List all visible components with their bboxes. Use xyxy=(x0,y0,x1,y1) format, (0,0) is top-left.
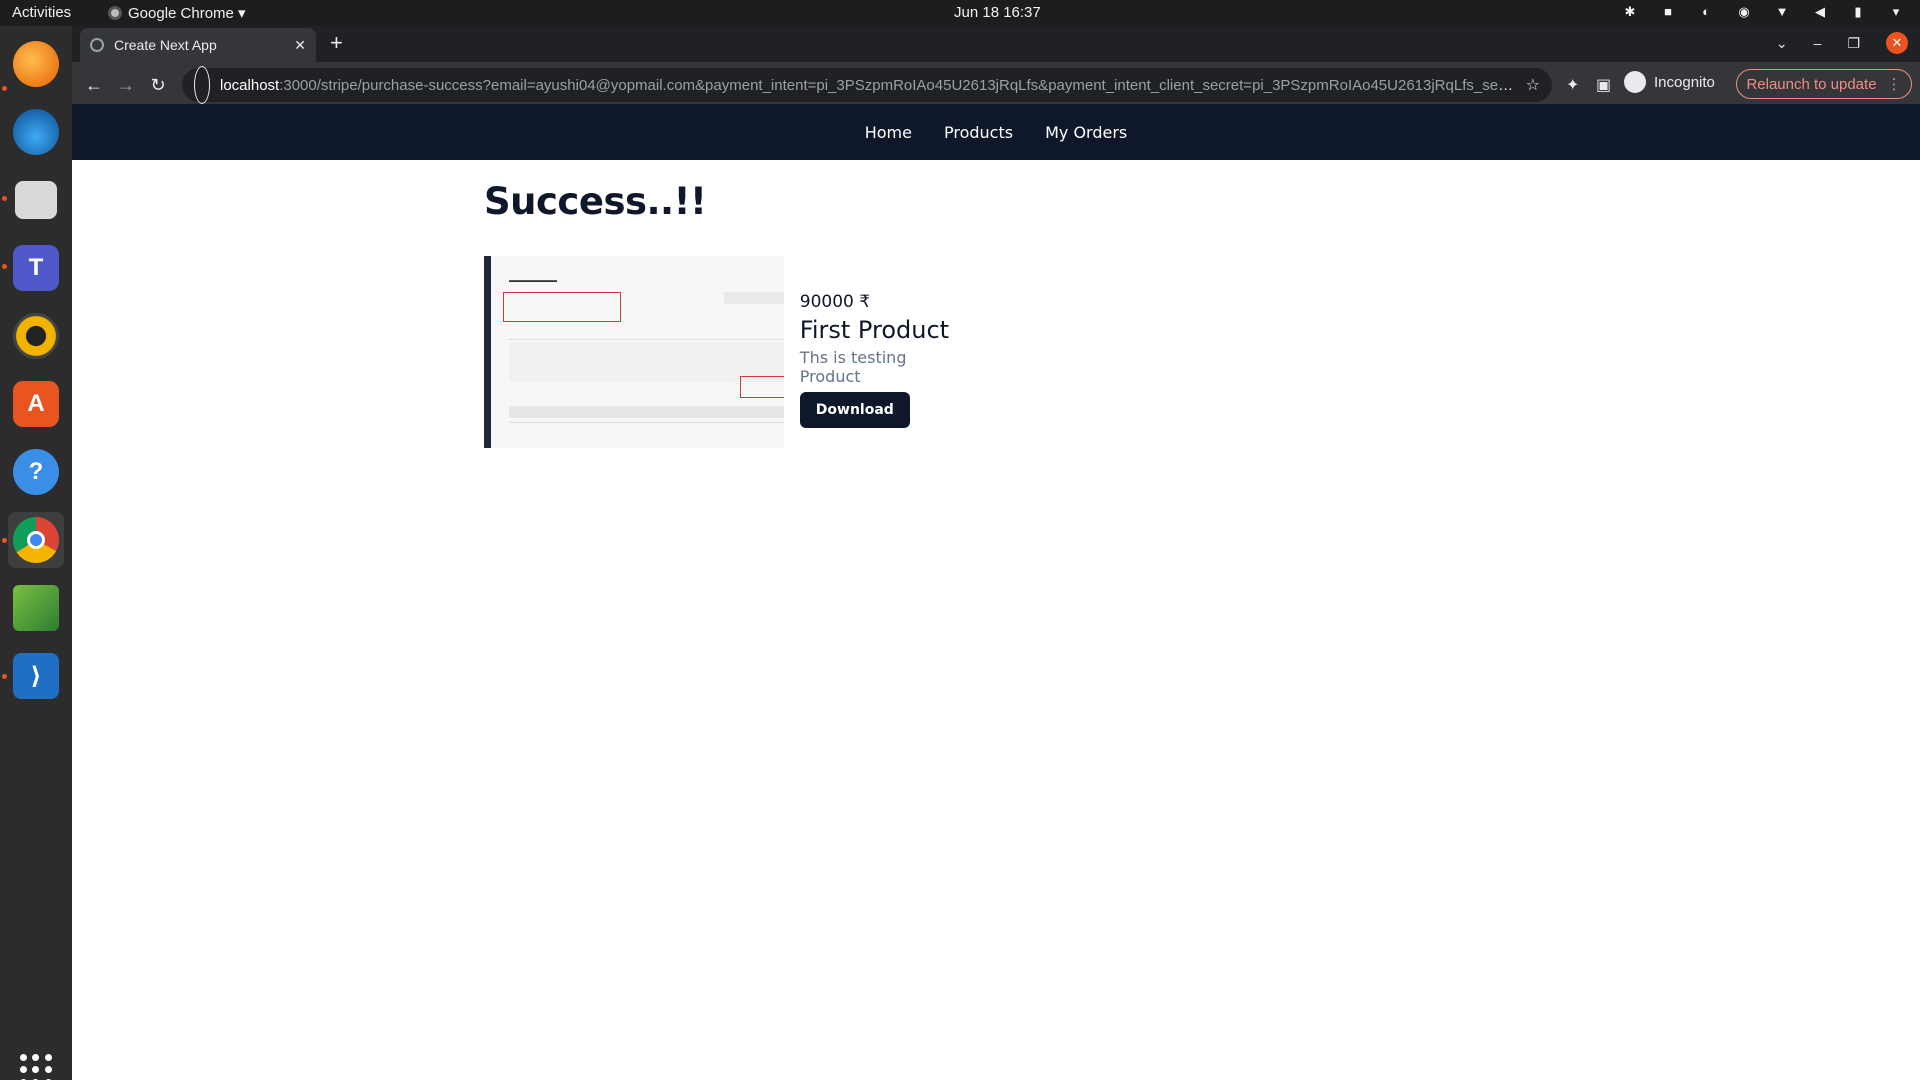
slack-tray-icon[interactable]: ✱ xyxy=(1622,4,1638,20)
chrome-icon xyxy=(13,517,59,563)
product-description: Ths is testing Product xyxy=(799,348,907,386)
dock: T A ? ⟩ xyxy=(0,26,72,1080)
chrome-app-icon xyxy=(108,6,122,20)
help-icon: ? xyxy=(13,449,59,495)
incognito-label: Incognito xyxy=(1654,73,1715,91)
system-tray[interactable]: ✱ ■ ◐ ◉ ▼ ◀ ▮ ▾ xyxy=(1622,4,1904,20)
reload-button[interactable]: ↻ xyxy=(146,73,170,97)
running-indicator xyxy=(2,538,7,543)
thunderbird-dock-item[interactable] xyxy=(8,104,64,160)
system-top-bar: Activities Google Chrome ▾ Jun 18 16:37 … xyxy=(0,0,1920,26)
software-center-dock-item[interactable]: A xyxy=(8,376,64,432)
teams-dock-item[interactable]: T xyxy=(8,240,64,296)
thumbnail-header: ▬▬▬▬▬▬▬▬ xyxy=(509,278,557,284)
site-info-icon[interactable]: i xyxy=(194,66,210,115)
firefox-icon xyxy=(13,41,59,87)
image-editor-icon xyxy=(13,585,59,631)
incognito-icon xyxy=(1624,71,1646,93)
nav-link-my-orders[interactable]: My Orders xyxy=(1045,123,1127,142)
window-controls: ⌄ – ❐ ✕ xyxy=(1776,32,1908,54)
thumbnail-table-row xyxy=(509,422,784,436)
relaunch-label: Relaunch to update xyxy=(1746,75,1877,93)
files-dock-item[interactable] xyxy=(8,172,64,228)
forward-button[interactable]: → xyxy=(114,73,138,97)
app-menu-label: Google Chrome ▾ xyxy=(128,5,246,22)
page-content: Success..!! ▬▬▬▬▬▬▬▬ 90000 ₹ First Produ… xyxy=(484,160,949,448)
teams-tray-icon[interactable]: ■ xyxy=(1660,4,1676,20)
thumbnail-table-header xyxy=(509,406,784,418)
product-info: 90000 ₹ First Product Ths is testing Pro… xyxy=(799,256,951,448)
tab-search-chevron-icon[interactable]: ⌄ xyxy=(1776,35,1788,52)
nav-link-home[interactable]: Home xyxy=(865,123,912,142)
running-indicator xyxy=(2,264,7,269)
files-icon xyxy=(15,181,57,219)
clock[interactable]: Jun 18 16:37 xyxy=(954,4,1041,21)
new-tab-button[interactable]: + xyxy=(330,32,343,54)
address-bar[interactable]: i localhost:3000/stripe/purchase-success… xyxy=(182,66,1552,115)
tab-strip: Create Next App ✕ + ⌄ – ❐ ✕ xyxy=(72,26,1920,62)
nav-link-products[interactable]: Products xyxy=(944,123,1013,142)
show-apps-icon[interactable] xyxy=(20,1054,52,1080)
kebab-menu-icon[interactable]: ⋮ xyxy=(1887,75,1902,93)
software-center-icon: A xyxy=(13,381,59,427)
chrome-dock-item[interactable] xyxy=(8,512,64,568)
app-menu[interactable]: Google Chrome ▾ xyxy=(108,4,246,22)
back-button[interactable]: ← xyxy=(82,73,106,97)
activities-button[interactable]: Activities xyxy=(12,4,71,21)
running-indicator xyxy=(2,674,7,679)
extensions-icon[interactable]: ✦ xyxy=(1566,75,1579,95)
product-price: 90000 ₹ xyxy=(799,292,871,312)
rhythmbox-icon xyxy=(13,313,59,359)
thumbnail-highlight-box xyxy=(739,376,784,398)
incognito-indicator[interactable]: Incognito xyxy=(1624,71,1715,93)
globe-icon xyxy=(90,38,104,52)
product-name: First Product xyxy=(799,316,950,344)
product-card: ▬▬▬▬▬▬▬▬ 90000 ₹ First Product Ths is te… xyxy=(484,256,951,448)
help-dock-item[interactable]: ? xyxy=(8,444,64,500)
product-thumbnail: ▬▬▬▬▬▬▬▬ xyxy=(484,256,784,448)
site-navbar: Home Products My Orders xyxy=(72,104,1920,160)
status-tray-icon[interactable]: ◐ xyxy=(1698,4,1714,20)
download-button[interactable]: Download xyxy=(799,392,910,428)
volume-icon[interactable]: ◀ xyxy=(1812,4,1828,20)
page-title: Success..!! xyxy=(484,180,707,223)
side-panel-icon[interactable]: ▣ xyxy=(1596,75,1611,95)
browser-toolbar: ← → ↻ i localhost:3000/stripe/purchase-s… xyxy=(72,62,1920,115)
wifi-icon[interactable]: ▼ xyxy=(1774,4,1790,20)
rhythmbox-dock-item[interactable] xyxy=(8,308,64,364)
bookmark-star-icon[interactable]: ☆ xyxy=(1526,75,1540,95)
restore-button[interactable]: ❐ xyxy=(1847,35,1860,52)
tab-title: Create Next App xyxy=(114,37,217,53)
running-indicator xyxy=(2,196,7,201)
url-text[interactable]: localhost:3000/stripe/purchase-success?e… xyxy=(220,77,1514,94)
battery-icon[interactable]: ▮ xyxy=(1850,4,1866,20)
vscode-icon: ⟩ xyxy=(13,653,59,699)
thunderbird-icon xyxy=(13,109,59,155)
teams-icon: T xyxy=(13,245,59,291)
close-window-button[interactable]: ✕ xyxy=(1886,32,1908,54)
thumbnail-highlight-box xyxy=(503,292,621,322)
tab-create-next-app[interactable]: Create Next App ✕ xyxy=(80,28,316,62)
system-menu-chevron-icon[interactable]: ▾ xyxy=(1888,4,1904,20)
close-tab-icon[interactable]: ✕ xyxy=(294,37,306,54)
image-editor-dock-item[interactable] xyxy=(8,580,64,636)
thumbnail-search xyxy=(723,292,784,304)
running-indicator xyxy=(2,86,7,91)
chrome-tray-icon[interactable]: ◉ xyxy=(1736,4,1752,20)
firefox-dock-item[interactable] xyxy=(8,36,64,92)
vscode-dock-item[interactable]: ⟩ xyxy=(8,648,64,704)
minimize-button[interactable]: – xyxy=(1814,35,1822,51)
relaunch-to-update-button[interactable]: Relaunch to update ⋮ xyxy=(1736,69,1912,99)
thumbnail-editor-toolbar xyxy=(509,326,784,340)
